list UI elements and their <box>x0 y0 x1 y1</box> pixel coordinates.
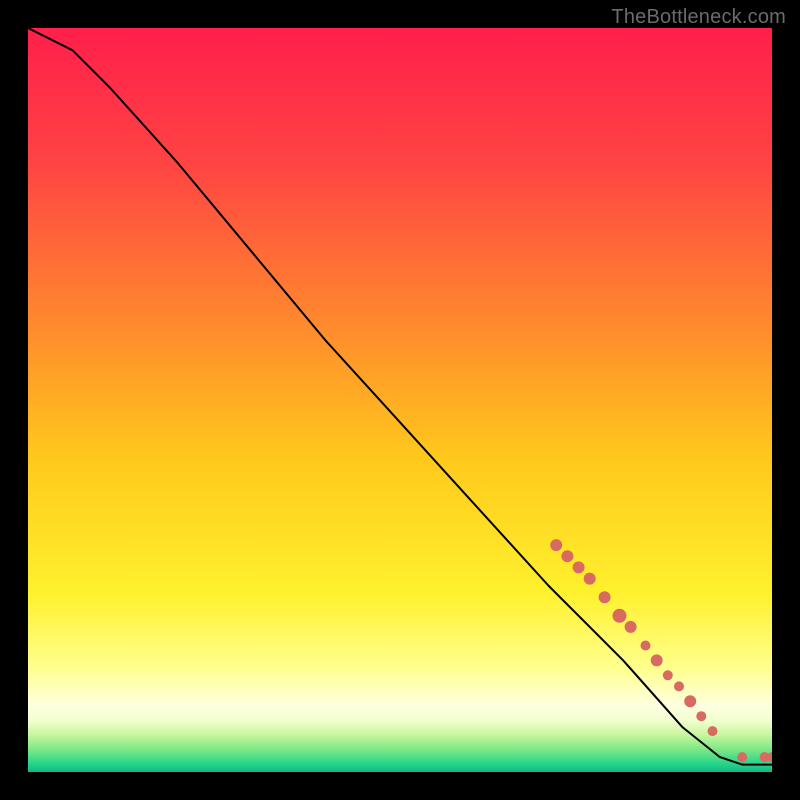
marker-group <box>550 539 772 762</box>
data-marker <box>625 621 637 633</box>
data-marker <box>573 561 585 573</box>
data-marker <box>641 641 651 651</box>
data-marker <box>599 591 611 603</box>
data-marker <box>651 654 663 666</box>
data-marker <box>696 711 706 721</box>
watermark-text: TheBottleneck.com <box>611 6 786 29</box>
data-marker <box>684 695 696 707</box>
data-marker <box>674 681 684 691</box>
data-marker <box>663 670 673 680</box>
bottleneck-curve <box>28 28 772 765</box>
curve-layer <box>28 28 772 772</box>
data-marker <box>550 539 562 551</box>
data-marker <box>613 609 627 623</box>
data-marker <box>737 752 747 762</box>
plot-area <box>28 28 772 772</box>
chart-frame: TheBottleneck.com <box>0 0 800 800</box>
data-marker <box>708 726 718 736</box>
data-marker <box>561 550 573 562</box>
data-marker <box>584 573 596 585</box>
